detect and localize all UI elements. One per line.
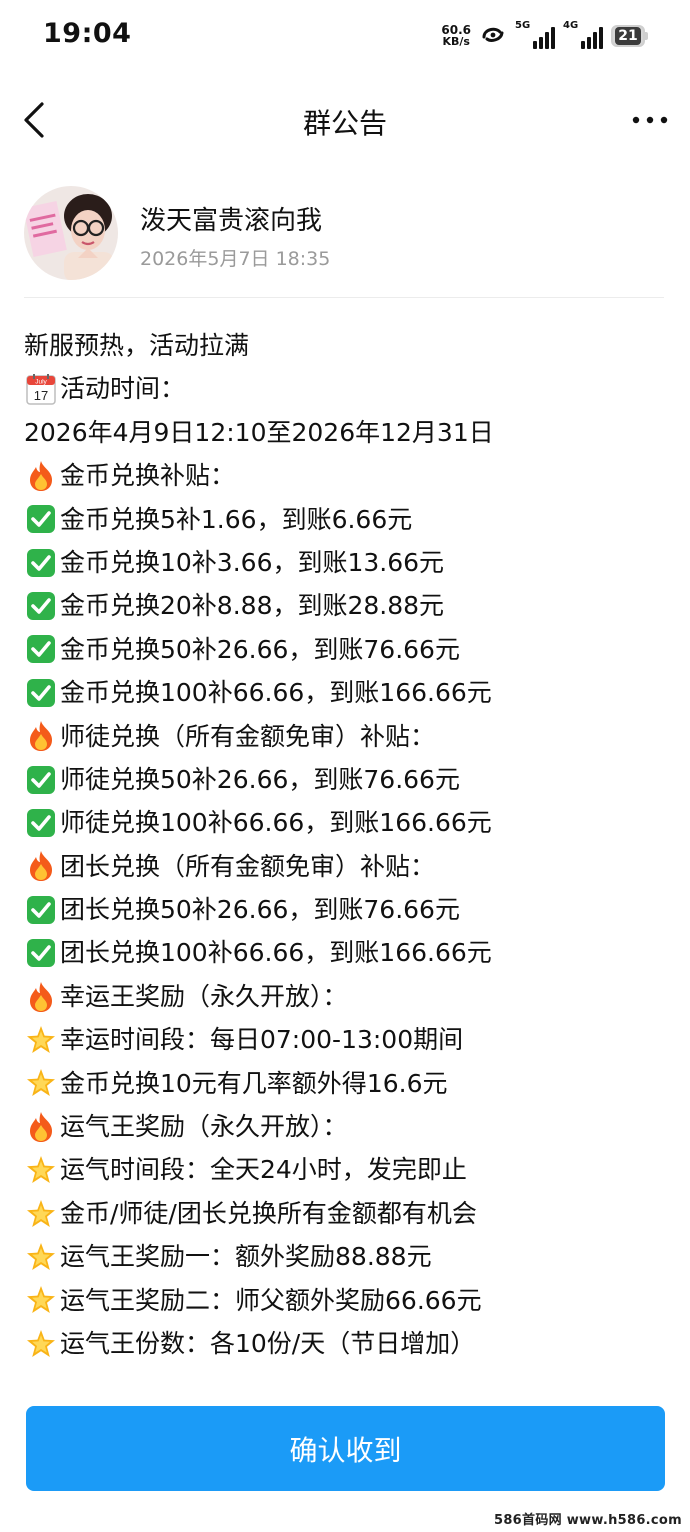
fire-icon	[24, 459, 58, 493]
announcement-line: 团长兑换100补66.66，到账166.66元	[24, 931, 674, 974]
announcement-line-text: 新服预热，活动拉满	[24, 331, 250, 360]
announcement-line-text: 活动时间：	[60, 374, 186, 404]
announcement-line-text: 团长兑换100补66.66，到账166.66元	[60, 938, 492, 968]
announcement-line-text: 运气王奖励二：师父额外奖励66.66元	[60, 1285, 482, 1315]
fire-icon	[24, 980, 58, 1014]
announcement-line-text: 团长兑换50补26.66，到账76.66元	[60, 895, 460, 925]
check-mark-icon	[24, 502, 58, 536]
divider	[24, 297, 664, 298]
confirm-received-button[interactable]: 确认收到	[26, 1406, 665, 1491]
battery-icon: 21	[611, 25, 648, 47]
announcement-line-text: 金币兑换10补3.66，到账13.66元	[60, 547, 445, 577]
announcement-line: 金币兑换20补8.88，到账28.88元	[24, 584, 674, 627]
announcement-line: 金币兑换5补1.66，到账6.66元	[24, 498, 674, 541]
more-dots-icon	[632, 116, 668, 124]
star-icon	[24, 1240, 58, 1274]
svg-text:July: July	[35, 379, 47, 386]
fire-icon	[24, 719, 58, 753]
announcement-line: 新服预热，活动拉满	[24, 324, 674, 367]
check-mark-icon	[24, 763, 58, 797]
announcement-line: 运气王份数：各10份/天（节日增加）	[24, 1322, 674, 1365]
calendar-icon: July 17	[24, 372, 58, 406]
network-speed: 60.6 KB/s	[441, 24, 471, 48]
announcement-line: 2026年4月9日12:10至2026年12月31日	[24, 411, 674, 454]
announcement-line-text: 幸运时间段：每日07:00-13:00期间	[60, 1025, 464, 1055]
announcement-line: 金币兑换50补26.66，到账76.66元	[24, 628, 674, 671]
announcement-line-text: 金币兑换5补1.66，到账6.66元	[60, 504, 413, 534]
signal-5g-tag: 5G	[515, 20, 531, 31]
hd-call-icon	[479, 24, 507, 48]
announcement-line: 师徒兑换50补26.66，到账76.66元	[24, 758, 674, 801]
announcement-line-text: 2026年4月9日12:10至2026年12月31日	[24, 417, 494, 447]
announcement-line: 师徒兑换100补66.66，到账166.66元	[24, 801, 674, 844]
battery-level: 21	[615, 27, 641, 45]
check-mark-icon	[24, 589, 58, 623]
check-mark-icon	[24, 546, 58, 580]
check-mark-icon	[24, 632, 58, 666]
signal-5g-icon: 5G	[515, 20, 555, 49]
announcement-line: 团长兑换（所有金额免审）补贴：	[24, 845, 674, 888]
announcement-line-text: 运气王奖励一：额外奖励88.88元	[60, 1242, 432, 1272]
star-icon	[24, 1197, 58, 1231]
announcement-line: 运气王奖励（永久开放）：	[24, 1105, 674, 1148]
announcement-line-text: 师徒兑换50补26.66，到账76.66元	[60, 764, 460, 794]
avatar[interactable]	[24, 186, 118, 280]
site-watermark: 586首码网 www.h586.com	[493, 1513, 682, 1528]
star-icon	[24, 1023, 58, 1057]
announcement-line: 师徒兑换（所有金额免审）补贴：	[24, 715, 674, 758]
fire-icon	[24, 1110, 58, 1144]
post-time: 2026年5月7日 18:35	[140, 248, 331, 270]
announcement-line-text: 金币兑换补贴：	[60, 461, 236, 491]
nav-bar: 群公告	[0, 88, 690, 152]
announcement-content: 新服预热，活动拉满 July 17 活动时间： 2026年4月9日12:10至2026年…	[24, 324, 674, 1365]
announcement-line-text: 师徒兑换100补66.66，到账166.66元	[60, 808, 492, 838]
star-icon	[24, 1153, 58, 1187]
announcement-line: 幸运王奖励（永久开放）：	[24, 975, 674, 1018]
check-mark-icon	[24, 676, 58, 710]
announcement-line-text: 团长兑换（所有金额免审）补贴：	[60, 851, 436, 881]
announcement-line: 运气时间段：全天24小时，发完即止	[24, 1148, 674, 1191]
announcement-line: 金币兑换100补66.66，到账166.66元	[24, 671, 674, 714]
check-mark-icon	[24, 806, 58, 840]
page-title: 群公告	[302, 107, 387, 140]
announcement-line: 运气王奖励二：师父额外奖励66.66元	[24, 1279, 674, 1322]
announcement-line-text: 师徒兑换（所有金额免审）补贴：	[60, 721, 436, 751]
announcement-line-text: 金币兑换100补66.66，到账166.66元	[60, 678, 492, 708]
announcement-line-text: 金币兑换20补8.88，到账28.88元	[60, 591, 445, 621]
check-mark-icon	[24, 936, 58, 970]
star-icon	[24, 1283, 58, 1317]
announcement-line-text: 运气时间段：全天24小时，发完即止	[60, 1155, 467, 1185]
announcement-line-text: 运气王奖励（永久开放）：	[60, 1112, 348, 1142]
check-mark-icon	[24, 893, 58, 927]
announcement-line: 团长兑换50补26.66，到账76.66元	[24, 888, 674, 931]
announcement-line: 金币/师徒/团长兑换所有金额都有机会	[24, 1192, 674, 1235]
author-name: 泼天富贵滚向我	[140, 206, 323, 236]
network-speed-unit: KB/s	[442, 35, 470, 48]
announcement-line-text: 金币兑换10元有几率额外得16.6元	[60, 1068, 448, 1098]
announcement-line-text: 金币兑换50补26.66，到账76.66元	[60, 634, 460, 664]
star-icon	[24, 1066, 58, 1100]
announcement-line-text: 金币/师徒/团长兑换所有金额都有机会	[60, 1198, 477, 1228]
svg-text:17: 17	[34, 388, 48, 403]
announcement-line: 金币兑换补贴：	[24, 454, 674, 497]
status-indicators: 60.6 KB/s 5G 4G 21	[441, 20, 648, 52]
status-time: 19:04	[43, 18, 132, 49]
announcement-line-text: 运气王份数：各10份/天（节日增加）	[60, 1328, 476, 1358]
announcement-line-text: 幸运王奖励（永久开放）：	[60, 981, 348, 1011]
announcement-line: July 17 活动时间：	[24, 367, 674, 410]
fire-icon	[24, 849, 58, 883]
signal-4g-tag: 4G	[563, 20, 579, 31]
announcement-author: 泼天富贵滚向我 2026年5月7日 18:35	[24, 186, 664, 282]
more-button[interactable]	[630, 106, 670, 134]
announcement-line: 运气王奖励一：额外奖励88.88元	[24, 1235, 674, 1278]
signal-4g-icon: 4G	[563, 20, 603, 49]
status-bar: 19:04 60.6 KB/s 5G 4G 21	[0, 0, 690, 76]
star-icon	[24, 1327, 58, 1361]
announcement-line: 金币兑换10补3.66，到账13.66元	[24, 541, 674, 584]
announcement-line: 金币兑换10元有几率额外得16.6元	[24, 1062, 674, 1105]
announcement-line: 幸运时间段：每日07:00-13:00期间	[24, 1018, 674, 1061]
